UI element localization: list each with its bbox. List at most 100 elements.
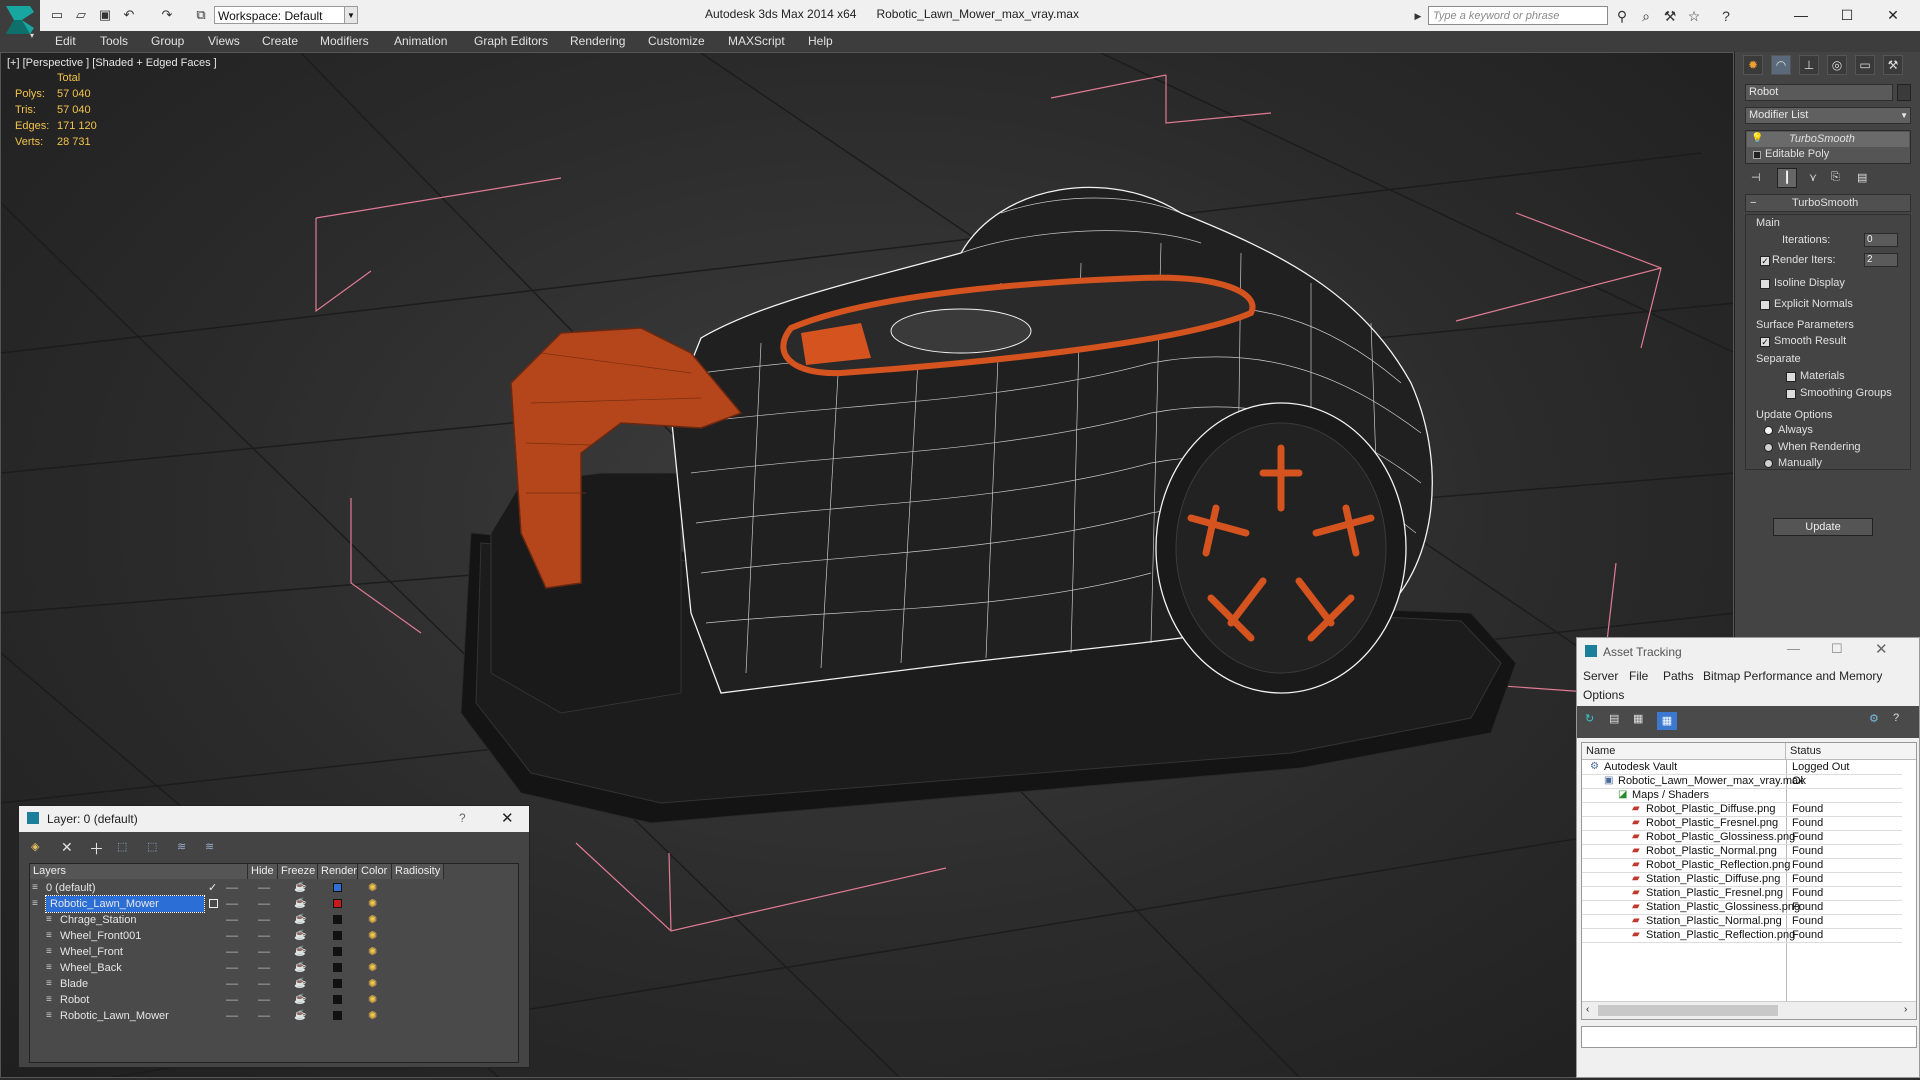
asset-row[interactable]: ▰ Robot_Plastic_Glossiness.png Found (1582, 830, 1902, 845)
hide-toggle[interactable]: –– (226, 912, 238, 928)
col-render[interactable]: Render (318, 864, 358, 879)
bulb-icon[interactable]: 💡 (1751, 133, 1763, 144)
render-teapot-icon[interactable]: ☕ (294, 976, 306, 992)
maximize-icon[interactable]: ☐ (1831, 641, 1843, 657)
menu-graph-editors[interactable]: Graph Editors (474, 34, 548, 48)
layer-name[interactable]: Blade (60, 976, 88, 992)
layer-color-swatch[interactable] (333, 1011, 342, 1020)
when-rendering-radio[interactable] (1764, 443, 1773, 452)
asset-menu-file[interactable]: File (1629, 669, 1648, 683)
menu-help[interactable]: Help (808, 34, 833, 48)
asset-row[interactable]: ◪ Maps / Shaders (1582, 788, 1902, 803)
iterations-spinner[interactable]: 0 (1864, 233, 1898, 247)
asset-row[interactable]: ▰ Robot_Plastic_Reflection.png Found (1582, 858, 1902, 873)
menu-edit[interactable]: Edit (55, 34, 76, 48)
col-freeze[interactable]: Freeze (278, 864, 318, 879)
hide-toggle[interactable]: –– (226, 944, 238, 960)
make-current-checkbox[interactable] (209, 899, 218, 908)
pin-stack-icon[interactable]: ⊣ (1751, 171, 1761, 184)
refresh-icon[interactable]: ↻ (1585, 712, 1594, 725)
asset-row[interactable]: ⚙ Autodesk Vault Logged Out (1582, 760, 1902, 775)
freeze-toggle[interactable]: –– (258, 928, 270, 944)
close-icon[interactable]: ✕ (1875, 640, 1888, 658)
close-icon[interactable]: ✕ (501, 809, 514, 827)
layer-row[interactable]: ≡ 0 (default) ✓ –– –– ☕ ✺ (30, 880, 498, 896)
materials-checkbox[interactable] (1786, 372, 1796, 382)
add-to-layer-icon[interactable]: ＋ (89, 838, 104, 859)
scroll-left-icon[interactable]: ‹ (1586, 1004, 1589, 1015)
search-expand-icon[interactable]: ▶ (1408, 6, 1428, 26)
hide-toggle[interactable]: –– (226, 1008, 238, 1024)
render-teapot-icon[interactable]: ☕ (294, 912, 306, 928)
layer-row[interactable]: ≡ Robotic_Lawn_Mower –– –– ☕ ✺ (30, 1008, 498, 1024)
layer-name[interactable]: Robotic_Lawn_Mower (60, 1008, 169, 1024)
favorites-icon[interactable]: ☆ (1684, 6, 1704, 26)
layer-row[interactable]: ≡ Wheel_Front001 –– –– ☕ ✺ (30, 928, 498, 944)
isoline-display-checkbox[interactable] (1760, 279, 1770, 289)
make-unique-icon[interactable]: ⋎ (1809, 171, 1817, 184)
smooth-result-checkbox[interactable]: ✓ (1760, 337, 1770, 347)
redo-icon[interactable]: ↷ (158, 6, 176, 24)
layer-name[interactable]: Wheel_Back (60, 960, 122, 976)
freeze-toggle[interactable]: –– (258, 896, 270, 912)
menu-customize[interactable]: Customize (648, 34, 705, 48)
layer-row[interactable]: ≡ Robotic_Lawn_Mower –– –– ☕ ✺ (30, 895, 498, 913)
explicit-normals-checkbox[interactable] (1760, 300, 1770, 310)
layer-name[interactable]: Chrage_Station (60, 912, 136, 928)
render-teapot-icon[interactable]: ☕ (294, 880, 306, 896)
hide-toggle[interactable]: –– (226, 976, 238, 992)
radiosity-icon[interactable]: ✺ (368, 976, 377, 992)
table-view-icon[interactable]: ▦ (1657, 712, 1677, 730)
always-radio[interactable] (1764, 426, 1773, 435)
menu-rendering[interactable]: Rendering (570, 34, 625, 48)
layer-row[interactable]: ≡ Wheel_Front –– –– ☕ ✺ (30, 944, 498, 960)
layer-row[interactable]: ≡ Blade –– –– ☕ ✺ (30, 976, 498, 992)
active-layer-check-icon[interactable]: ✓ (208, 880, 217, 896)
col-name[interactable]: Name (1582, 743, 1786, 760)
open-file-icon[interactable]: ▱ (72, 6, 90, 24)
asset-row[interactable]: ▰ Station_Plastic_Diffuse.png Found (1582, 872, 1902, 887)
help-icon[interactable]: ? (459, 811, 466, 825)
menu-views[interactable]: Views (208, 34, 240, 48)
community-icon[interactable]: ⚒ (1660, 6, 1680, 26)
asset-row[interactable]: ▰ Station_Plastic_Reflection.png Found (1582, 928, 1902, 943)
radiosity-icon[interactable]: ✺ (368, 912, 377, 928)
configure-sets-icon[interactable]: ▤ (1857, 171, 1867, 184)
help-icon[interactable]: ? (1893, 712, 1899, 724)
radiosity-icon[interactable]: ✺ (368, 880, 377, 896)
search-input[interactable]: Type a keyword or phrase (1428, 6, 1608, 25)
list-view-icon[interactable]: ▤ (1609, 712, 1619, 725)
delete-layer-icon[interactable]: ✕ (61, 839, 73, 856)
menu-tools[interactable]: Tools (100, 34, 128, 48)
col-color[interactable]: Color (358, 864, 392, 879)
close-icon[interactable]: ✕ (1878, 4, 1908, 26)
freeze-toggle[interactable]: –– (258, 976, 270, 992)
viewport-label[interactable]: [+] [Perspective ] [Shaded + Edged Faces… (7, 57, 217, 69)
hide-all-icon[interactable]: ≋ (177, 840, 186, 853)
render-iters-checkbox[interactable]: ✓ (1760, 256, 1770, 266)
asset-menu-paths[interactable]: Paths (1663, 669, 1694, 683)
hide-toggle[interactable]: –– (226, 960, 238, 976)
render-teapot-icon[interactable]: ☕ (294, 928, 306, 944)
motion-tab-icon[interactable]: ◎ (1827, 55, 1847, 75)
render-teapot-icon[interactable]: ☕ (294, 896, 306, 912)
menu-group[interactable]: Group (151, 34, 184, 48)
utilities-tab-icon[interactable]: ⚒ (1883, 55, 1903, 75)
layer-color-swatch[interactable] (333, 883, 342, 892)
freeze-toggle[interactable]: –– (258, 1008, 270, 1024)
asset-row[interactable]: ▰ Robot_Plastic_Fresnel.png Found (1582, 816, 1902, 831)
minimize-icon[interactable]: — (1786, 4, 1816, 26)
radiosity-icon[interactable]: ✺ (368, 992, 377, 1008)
hide-toggle[interactable]: –– (226, 992, 238, 1008)
modifier-list-dropdown[interactable]: Modifier List ▼ (1745, 107, 1911, 124)
create-tab-icon[interactable]: ✹ (1743, 55, 1763, 75)
undo-icon[interactable]: ↶ (120, 6, 138, 24)
select-objects-icon[interactable]: ⬚ (117, 840, 127, 853)
horizontal-scrollbar[interactable]: ‹ › (1582, 1001, 1916, 1019)
layer-name[interactable]: Wheel_Front001 (60, 928, 141, 944)
asset-menu-options[interactable]: Options (1583, 688, 1624, 702)
display-tab-icon[interactable]: ▭ (1855, 55, 1875, 75)
object-name-field[interactable]: Robot (1745, 84, 1893, 101)
manually-radio[interactable] (1764, 459, 1773, 468)
render-teapot-icon[interactable]: ☕ (294, 1008, 306, 1024)
